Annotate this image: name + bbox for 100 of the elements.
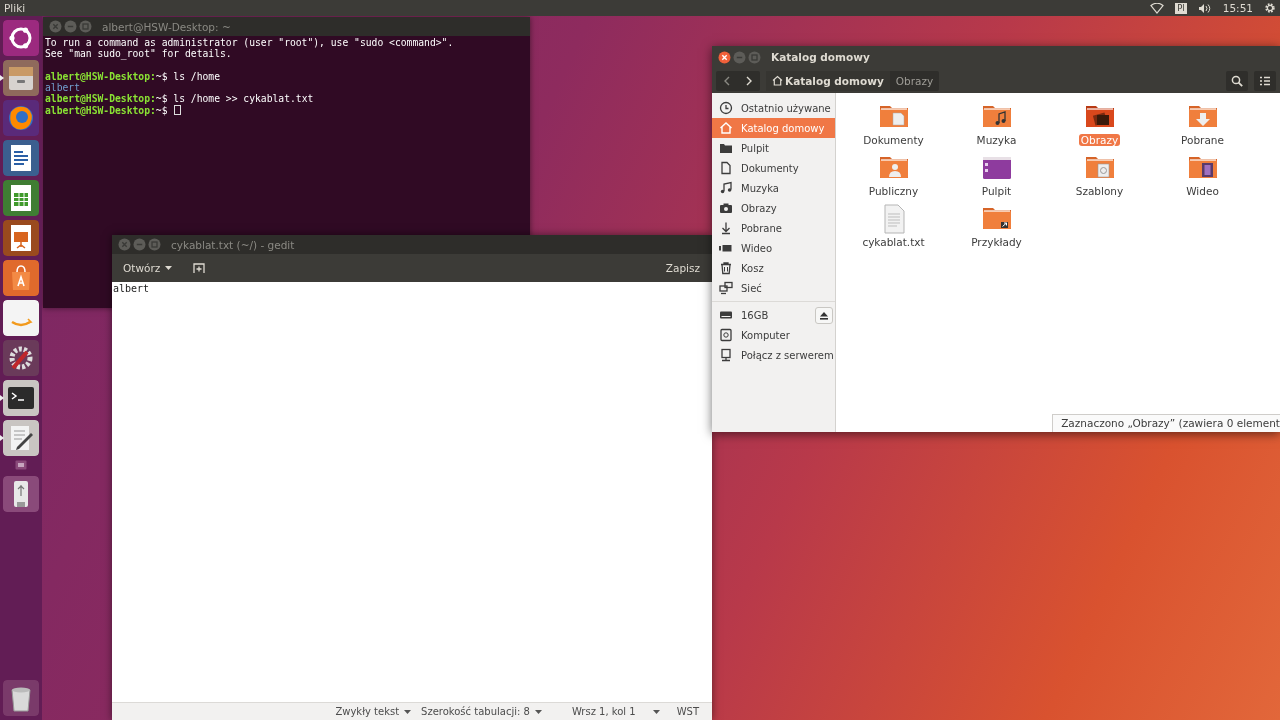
- drive-icon: [15, 460, 27, 470]
- sidebar-item[interactable]: Wideo: [712, 238, 835, 258]
- path-button[interactable]: Katalog domowy: [766, 70, 890, 91]
- directory-name: albert: [45, 82, 80, 94]
- computer-icon: [719, 328, 733, 342]
- shell-command: ~$ ls /home: [155, 70, 220, 83]
- window-title: albert@HSW-Desktop: ~: [102, 20, 231, 33]
- launcher-item[interactable]: [0, 180, 42, 216]
- sidebar-item[interactable]: Połącz z serwerem: [712, 345, 835, 365]
- gear-icon: [1264, 2, 1276, 14]
- terminal-output: To run a command as administrator (user "root"), use "sudo <command>".: [45, 37, 454, 49]
- launcher-item[interactable]: [0, 380, 42, 416]
- eject-button[interactable]: [815, 306, 833, 324]
- window-title: cykablat.txt (~/) - gedit: [171, 238, 295, 251]
- minimize-icon: [64, 20, 77, 33]
- home-icon: [719, 121, 733, 135]
- terminal-icon: [3, 380, 39, 416]
- file-name[interactable]: Pulpit: [979, 185, 1014, 197]
- launcher-item[interactable]: [0, 260, 42, 296]
- launcher-item[interactable]: [0, 220, 42, 256]
- keyboard-layout-indicator[interactable]: Pl: [1175, 2, 1187, 14]
- launcher-item[interactable]: [0, 140, 42, 176]
- trash-icon: [719, 261, 733, 275]
- sidebar-item[interactable]: Ostatnio używane: [712, 98, 835, 118]
- launcher-item[interactable]: [0, 340, 42, 376]
- window-title: Katalog domowy: [771, 51, 870, 63]
- new-tab-icon: [193, 262, 206, 274]
- status-dropdown[interactable]: Szerokość tabulacji: 8: [416, 706, 547, 717]
- launcher-item[interactable]: [0, 20, 42, 56]
- status-dropdown[interactable]: Wrsz 1, kol 1: [566, 706, 641, 717]
- document-icon: [719, 161, 733, 175]
- text-document-icon: [3, 140, 39, 176]
- sidebar-item[interactable]: Obrazy: [712, 198, 835, 218]
- maximize-icon: [748, 50, 761, 64]
- ubuntu-logo-icon: [3, 20, 39, 56]
- status-tooltip: Zaznaczono „Obrazy” (zawiera 0 element: [1052, 414, 1280, 432]
- download-icon: [719, 221, 733, 235]
- file-name[interactable]: Pobrane: [1179, 134, 1226, 146]
- sidebar-item[interactable]: Pobrane: [712, 218, 835, 238]
- launcher-item[interactable]: [0, 476, 42, 512]
- wifi-icon: [1150, 2, 1165, 14]
- globe-icon: [3, 100, 39, 136]
- maximize-icon: [148, 238, 161, 251]
- launcher-item[interactable]: [0, 100, 42, 136]
- network-icon: [719, 281, 733, 295]
- chevron-left-icon: [723, 75, 731, 86]
- usb-drive-icon: [3, 476, 39, 512]
- search-icon: [1231, 74, 1243, 87]
- shell-prompt: albert@HSW-Desktop:: [45, 104, 156, 117]
- file-name[interactable]: Szablony: [1073, 185, 1126, 197]
- shell-prompt: albert@HSW-Desktop:: [45, 93, 156, 105]
- file-name[interactable]: cykablat.txt: [860, 236, 927, 248]
- launcher-item[interactable]: [0, 420, 42, 456]
- search-button[interactable]: [1226, 70, 1248, 91]
- clock-icon: [719, 101, 733, 115]
- sidebar-item[interactable]: 16GB: [712, 305, 815, 325]
- open-button[interactable]: Otwórz: [116, 257, 180, 279]
- sidebar-item[interactable]: Sieć: [712, 278, 835, 298]
- status-dropdown[interactable]: Zwykły tekst: [330, 706, 417, 717]
- pencil-document-icon: [3, 420, 39, 456]
- eject-icon: [819, 310, 829, 320]
- text-editor[interactable]: albert: [112, 282, 712, 702]
- trash-icon: [3, 680, 39, 716]
- shell-command: ~$ ls /home >> cykablat.txt: [155, 93, 314, 105]
- sidebar-item[interactable]: Dokumenty: [712, 158, 835, 178]
- save-button[interactable]: Zapisz: [657, 257, 708, 279]
- launcher-item[interactable]: [0, 300, 42, 336]
- launcher-item[interactable]: [0, 60, 42, 96]
- sidebar-item[interactable]: Pulpit: [712, 138, 835, 158]
- server-icon: [719, 348, 733, 362]
- caret-down-icon: [165, 266, 173, 270]
- view-list-button[interactable]: [1254, 70, 1276, 91]
- home-icon: [772, 75, 783, 86]
- file-name[interactable]: Publiczny: [866, 185, 921, 197]
- presentation-icon: [3, 220, 39, 256]
- file-name[interactable]: Muzyka: [974, 134, 1019, 146]
- shell-command: ~$: [155, 104, 168, 117]
- spreadsheet-icon: [3, 180, 39, 216]
- shell-prompt: albert@HSW-Desktop:: [45, 70, 156, 83]
- caret-down-icon: [652, 709, 660, 714]
- status-dropdown[interactable]: WST: [671, 706, 704, 717]
- file-name[interactable]: Wideo: [1184, 185, 1221, 197]
- chevron-right-icon: [745, 75, 753, 86]
- launcher-item[interactable]: [0, 680, 42, 716]
- caret-down-icon: [404, 709, 412, 714]
- sidebar-item[interactable]: Kosz: [712, 258, 835, 278]
- minimize-icon: [733, 50, 746, 64]
- file-name[interactable]: Dokumenty: [861, 134, 926, 146]
- minimize-icon: [133, 238, 146, 251]
- path-button[interactable]: Obrazy: [889, 70, 940, 91]
- app-name: Pliki: [4, 2, 26, 14]
- maximize-icon: [79, 20, 92, 33]
- clock[interactable]: 15:51: [1222, 2, 1253, 14]
- caret-down-icon: [534, 709, 542, 714]
- file-name[interactable]: Przykłady: [969, 236, 1024, 248]
- sidebar-item[interactable]: Muzyka: [712, 178, 835, 198]
- folder-icon: [719, 141, 733, 155]
- list-icon: [1260, 75, 1270, 86]
- file-cabinet-icon: [3, 60, 39, 96]
- sidebar-item[interactable]: Komputer: [712, 325, 835, 345]
